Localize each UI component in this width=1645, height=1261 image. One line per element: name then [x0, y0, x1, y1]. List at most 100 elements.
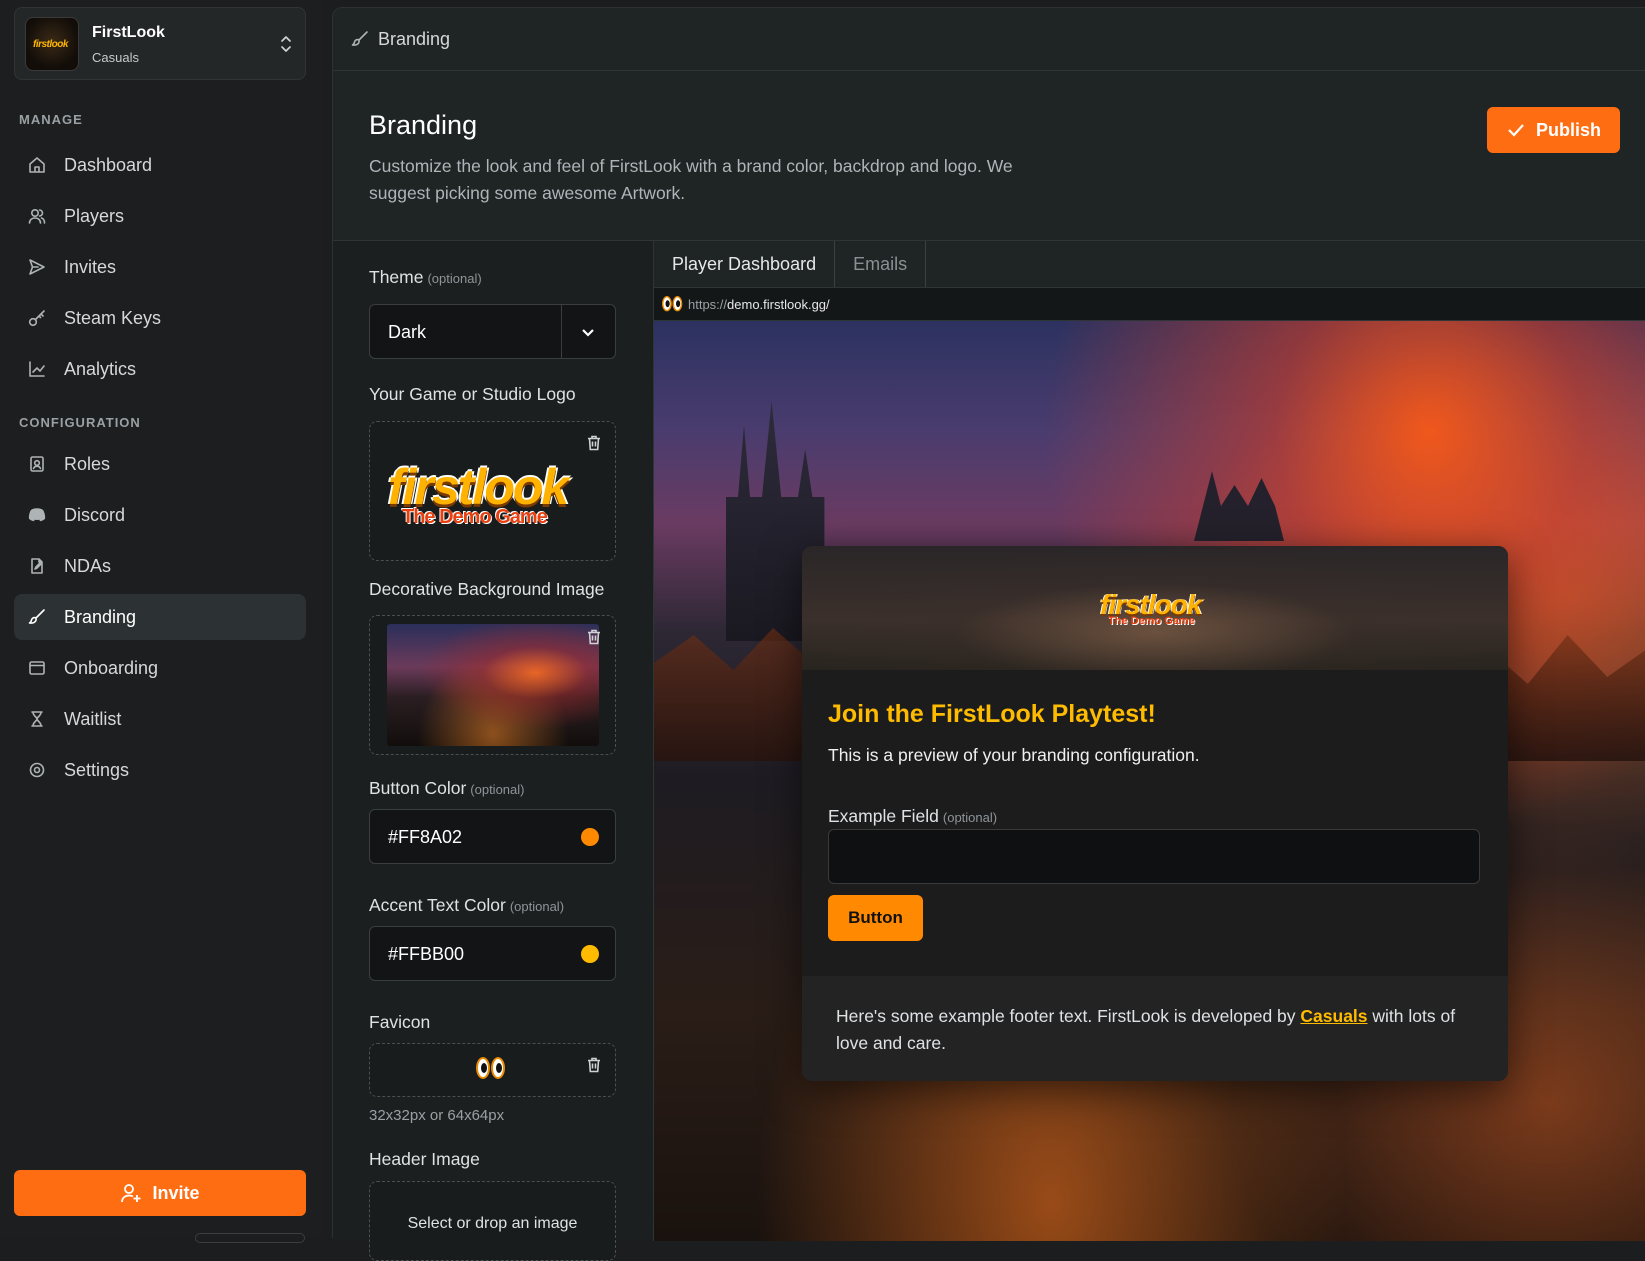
sidebar-item-roles[interactable]: Roles: [14, 441, 306, 487]
main-panel: Branding Branding Customize the look and…: [332, 7, 1645, 1261]
sidebar-item-branding[interactable]: Branding: [14, 594, 306, 640]
home-icon: [28, 156, 46, 174]
favicon-eyes-icon: [476, 1057, 505, 1079]
publish-label: Publish: [1535, 119, 1601, 140]
example-button[interactable]: Button: [828, 895, 923, 941]
header-image-dropzone[interactable]: Select or drop an image: [369, 1181, 616, 1261]
invite-label: Invite: [152, 1182, 200, 1203]
color-swatch[interactable]: [581, 828, 599, 846]
section-label-manage: MANAGE: [19, 112, 83, 127]
card-body: Join the FirstLook Playtest! This is a p…: [802, 670, 1508, 976]
card-logo: firstlook The Demo Game: [1100, 589, 1202, 628]
sidebar-item-label: Dashboard: [64, 154, 153, 175]
team-name: FirstLook: [92, 24, 165, 41]
favicon-eyes-icon: [662, 296, 683, 312]
sidebar-item-label: Discord: [64, 504, 126, 525]
users-icon: [28, 207, 46, 225]
window-icon: [28, 659, 46, 677]
sidebar-item-label: Analytics: [64, 358, 137, 379]
theme-select[interactable]: Dark: [369, 304, 616, 359]
document-icon: [28, 557, 46, 575]
card-footer: Here's some example footer text. FirstLo…: [802, 976, 1508, 1081]
discord-icon: [28, 506, 46, 524]
section-label-configuration: CONFIGURATION: [19, 415, 141, 430]
logo-dropzone[interactable]: firstlook The Demo Game: [369, 421, 616, 561]
accent-color-label: Accent Text Color (optional): [369, 895, 565, 915]
preview-url-bar: https://demo.firstlook.gg/: [654, 287, 1645, 321]
sidebar-item-waitlist[interactable]: Waitlist: [14, 696, 306, 742]
chevron-updown-icon: [279, 34, 293, 54]
header-image-label: Header Image: [369, 1149, 480, 1169]
sidebar-item-onboarding[interactable]: Onboarding: [14, 645, 306, 691]
logo-wordmark: firstlook: [388, 459, 569, 515]
example-field-input[interactable]: [828, 829, 1480, 884]
brush-icon: [351, 30, 369, 48]
gear-icon: [28, 761, 46, 779]
logo-label: Your Game or Studio Logo: [369, 384, 576, 404]
sidebar-item-discord[interactable]: Discord: [14, 492, 306, 538]
sidebar-item-label: Roles: [64, 453, 111, 474]
sidebar-item-dashboard[interactable]: Dashboard: [14, 142, 306, 188]
preview-background: firstlook The Demo Game Join the FirstLo…: [654, 321, 1645, 1241]
check-icon: [1508, 124, 1524, 137]
sidebar-item-label: Settings: [64, 759, 130, 780]
header-image-drop-text: Select or drop an image: [407, 1215, 578, 1232]
preview-url: https://demo.firstlook.gg/: [688, 296, 830, 312]
castle-silhouette: [1194, 471, 1284, 541]
sidebar-item-players[interactable]: Players: [14, 193, 306, 239]
sidebar-item-ndas[interactable]: NDAs: [14, 543, 306, 589]
page-title: Branding: [369, 110, 478, 140]
team-switcher[interactable]: firstlook FirstLook Casuals: [14, 7, 306, 80]
trash-icon[interactable]: [585, 628, 603, 646]
example-field-label: Example Field (optional): [828, 806, 998, 826]
invite-button[interactable]: Invite: [14, 1170, 306, 1216]
team-subtitle: Casuals: [92, 50, 139, 65]
team-logo-mark: firstlook: [33, 39, 68, 50]
logo-subtitle: The Demo Game: [402, 506, 548, 528]
preview-panel: Player Dashboard Emails https://demo.fir…: [653, 241, 1645, 1241]
accent-color-value: #FFBB00: [388, 944, 465, 964]
sidebar-footer-control[interactable]: [195, 1233, 305, 1243]
tab-player-dashboard[interactable]: Player Dashboard: [654, 241, 836, 287]
favicon-hint: 32x32px or 64x64px: [369, 1107, 505, 1124]
theme-value: Dark: [388, 322, 427, 342]
breadcrumb: Branding: [333, 8, 1645, 71]
trash-icon[interactable]: [585, 434, 603, 452]
select-divider: [561, 305, 562, 358]
background-label: Decorative Background Image: [369, 579, 605, 599]
sidebar-item-label: Players: [64, 205, 125, 226]
publish-button[interactable]: Publish: [1487, 107, 1620, 153]
breadcrumb-label: Branding: [378, 28, 451, 49]
team-logo: firstlook: [25, 17, 79, 71]
chart-icon: [28, 360, 46, 378]
background-dropzone[interactable]: [369, 615, 616, 755]
sidebar-item-steam-keys[interactable]: Steam Keys: [14, 295, 306, 341]
theme-label: Theme (optional): [369, 267, 482, 287]
tab-emails[interactable]: Emails: [835, 241, 927, 287]
sidebar-item-analytics[interactable]: Analytics: [14, 346, 306, 392]
sidebar-item-label: Branding: [64, 606, 137, 627]
card-subtitle: This is a preview of your branding confi…: [828, 745, 1200, 765]
sidebar-item-invites[interactable]: Invites: [14, 244, 306, 290]
trash-icon[interactable]: [585, 1056, 603, 1074]
chevron-down-icon: [578, 322, 598, 342]
casuals-link[interactable]: Casuals: [1300, 1006, 1367, 1026]
brush-icon: [28, 608, 46, 626]
sidebar-item-label: NDAs: [64, 555, 112, 576]
accent-color-input[interactable]: #FFBB00: [369, 926, 616, 981]
preview-card: firstlook The Demo Game Join the FirstLo…: [802, 546, 1508, 1081]
sidebar-item-label: Steam Keys: [64, 307, 162, 328]
favicon-dropzone[interactable]: [369, 1043, 616, 1097]
preview-tabs: Player Dashboard Emails: [654, 241, 927, 287]
send-icon: [28, 258, 46, 276]
sidebar: firstlook FirstLook Casuals MANAGE Dashb…: [0, 0, 322, 1243]
button-color-label: Button Color (optional): [369, 778, 525, 798]
button-color-value: #FF8A02: [388, 827, 463, 847]
color-swatch[interactable]: [581, 945, 599, 963]
add-user-icon: [121, 1184, 141, 1203]
sidebar-item-label: Invites: [64, 256, 117, 277]
logo-preview: firstlook The Demo Game: [388, 462, 598, 532]
sidebar-item-label: Onboarding: [64, 657, 159, 678]
button-color-input[interactable]: #FF8A02: [369, 809, 616, 864]
sidebar-item-settings[interactable]: Settings: [14, 747, 306, 793]
